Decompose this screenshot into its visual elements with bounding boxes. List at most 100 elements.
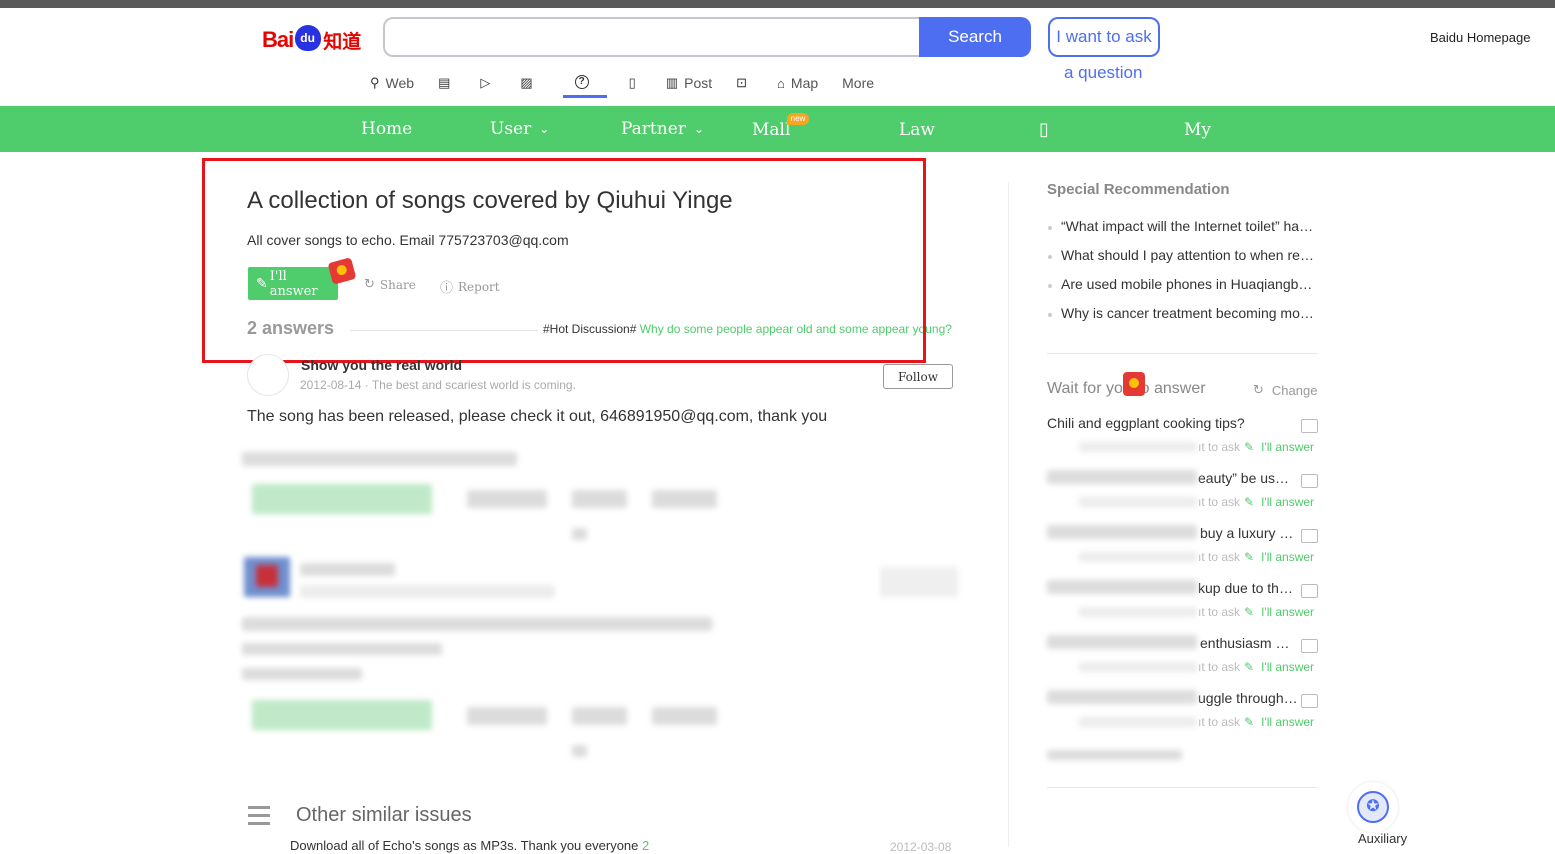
wait-question[interactable]: enthusiasm … <box>1200 635 1289 651</box>
logo-text-bai: Bai <box>262 27 294 52</box>
subnav-item-more[interactable]: More <box>842 68 874 98</box>
image-icon <box>1301 419 1318 433</box>
subnav-item-post[interactable]: ▥ Post <box>666 68 712 98</box>
subnav-item-web[interactable]: ⚲ Web <box>370 68 414 98</box>
answer-link-label: I'll answer <box>1261 550 1315 564</box>
edit-icon: ✎ <box>1244 495 1255 509</box>
answer-link[interactable]: ✎ I'll answer <box>1244 495 1314 509</box>
nav-mall-label: Mall <box>752 120 791 140</box>
wait-question[interactable]: buy a luxury … <box>1200 525 1293 541</box>
new-badge: new <box>787 113 809 125</box>
baidu-zhidao-logo[interactable]: Bai 知道 <box>262 20 361 60</box>
answer-text: The song has been released, please check… <box>247 408 828 425</box>
nav-user[interactable]: User ⌄ <box>490 106 549 152</box>
nav-user-label: User <box>490 119 532 139</box>
edit-icon: ✎ <box>1244 440 1255 454</box>
divider <box>1047 353 1318 354</box>
library-icon: ▯ <box>628 75 636 90</box>
nav-partner[interactable]: Partner ⌄ <box>621 106 704 152</box>
special-recommendation-title: Special Recommendation <box>1047 181 1230 198</box>
search-input[interactable] <box>383 17 921 57</box>
subnav-item-image[interactable]: ▨ <box>520 68 538 98</box>
recommendation-item[interactable]: “What impact will the Internet toilet” h… <box>1047 218 1317 234</box>
wait-question[interactable]: eauty” be us… <box>1198 470 1289 486</box>
subnav-label: Post <box>684 75 713 91</box>
recommendation-item[interactable]: Why is cancer treatment becoming more ex… <box>1047 305 1317 321</box>
image-icon <box>1301 584 1318 598</box>
divider <box>1047 787 1318 788</box>
search-icon: ⚲ <box>370 75 380 90</box>
phone-icon: ▯ <box>1039 118 1049 140</box>
question-icon: ? <box>574 74 589 89</box>
blurred-answer-2 <box>242 555 962 765</box>
recommendation-item[interactable]: What should I pay attention to when rent… <box>1047 247 1317 263</box>
ask-question-button[interactable]: I want to ask <box>1048 17 1160 57</box>
answer-link-label: I'll answer <box>1261 605 1315 619</box>
nav-mobile[interactable]: ▯ <box>1039 106 1049 152</box>
column-divider <box>1008 182 1009 847</box>
answer-link[interactable]: ✎ I'll answer <box>1244 550 1314 564</box>
nav-partner-label: Partner <box>621 119 686 139</box>
subnav-item-zhidao[interactable]: ? <box>562 68 607 98</box>
nav-my-label: My <box>1184 120 1212 140</box>
nav-my[interactable]: My <box>1184 107 1211 153</box>
change-button[interactable]: ↻ Change <box>1253 383 1317 398</box>
wait-question-meta: ıt to ask <box>1198 660 1241 674</box>
answer-link[interactable]: ✎ I'll answer <box>1244 715 1314 729</box>
image-icon: ▨ <box>520 75 533 90</box>
answer-link-label: I'll answer <box>1261 715 1315 729</box>
ask-question-sublabel[interactable]: a question <box>1064 63 1142 83</box>
wait-question-meta: ıt to ask <box>1198 605 1241 619</box>
nav-home[interactable]: Home <box>361 106 412 152</box>
subnav-label: Web <box>385 75 415 91</box>
chevron-down-icon: ⌄ <box>539 122 550 136</box>
refresh-icon: ↻ <box>1253 383 1264 398</box>
wait-question[interactable]: kup due to th… <box>1198 580 1293 596</box>
main-nav-bar: Home User ⌄ Partner ⌄ Mall Law ▯ My <box>0 106 1555 152</box>
subnav-label: Map <box>790 75 819 91</box>
wait-question[interactable]: Chili and eggplant cooking tips? <box>1047 415 1245 431</box>
follow-button[interactable]: Follow <box>883 364 953 389</box>
avatar[interactable] <box>247 354 289 396</box>
similar-item-text[interactable]: Download all of Echo's songs as MP3s. Th… <box>290 838 638 853</box>
subnav-item-map[interactable]: ⌂ Map <box>777 68 818 98</box>
answer-link[interactable]: ✎ I'll answer <box>1244 660 1314 674</box>
blurred-wait-items <box>1045 430 1200 765</box>
subnav-item-shopping[interactable]: ⊡ <box>736 68 753 98</box>
map-icon: ⌂ <box>777 75 785 91</box>
answer-link-label: I'll answer <box>1261 495 1315 509</box>
image-icon <box>1301 529 1318 543</box>
logo-text-zhidao: 知道 <box>323 30 362 53</box>
blurred-answer-actions <box>242 450 962 550</box>
answer-link[interactable]: ✎ I'll answer <box>1244 605 1314 619</box>
similar-item-date: 2012-03-08 <box>890 840 952 854</box>
list-icon <box>248 806 270 830</box>
nav-mall[interactable]: Mall <box>752 107 790 153</box>
subnav-item-video[interactable]: ▷ <box>480 68 496 98</box>
image-icon <box>1301 639 1318 653</box>
answer-link[interactable]: ✎ I'll answer <box>1244 440 1314 454</box>
recommendation-item[interactable]: Are used mobile phones in Huaqiangbei re… <box>1047 276 1317 292</box>
answer-meta: 2012-08-14 · The best and scariest world… <box>300 378 576 392</box>
wait-question-meta: ıt to ask <box>1198 550 1241 564</box>
answer-link-label: I'll answer <box>1261 660 1315 674</box>
wait-question[interactable]: uggle through… <box>1198 690 1298 706</box>
paw-icon <box>295 25 322 51</box>
search-category-nav: ⚲ Web ▤ ▷ ▨ ? ▯ ▥ Post ⊡ ⌂ Map More <box>370 68 898 98</box>
red-packet-icon[interactable] <box>1123 372 1145 396</box>
list-item[interactable]: Download all of Echo's songs as MP3s. Th… <box>290 838 649 853</box>
accessibility-icon: ✪ <box>1357 791 1389 823</box>
answer-link-label: I'll answer <box>1261 440 1315 454</box>
edit-icon: ✎ <box>1244 605 1255 619</box>
search-button[interactable]: Search <box>919 17 1031 57</box>
accessibility-button[interactable]: ✪ <box>1348 782 1398 832</box>
image-icon <box>1301 474 1318 488</box>
subnav-item-library[interactable]: ▯ <box>629 68 642 98</box>
accessibility-label: Auxiliary <box>1358 831 1408 846</box>
subnav-item-news[interactable]: ▤ <box>438 68 456 98</box>
baidu-homepage-link[interactable]: Baidu Homepage <box>1430 30 1530 45</box>
nav-law[interactable]: Law <box>899 107 935 153</box>
answer-author[interactable]: Show you the real world <box>301 357 462 373</box>
subnav-label: More <box>842 75 875 91</box>
browser-top-strip <box>0 0 1555 8</box>
